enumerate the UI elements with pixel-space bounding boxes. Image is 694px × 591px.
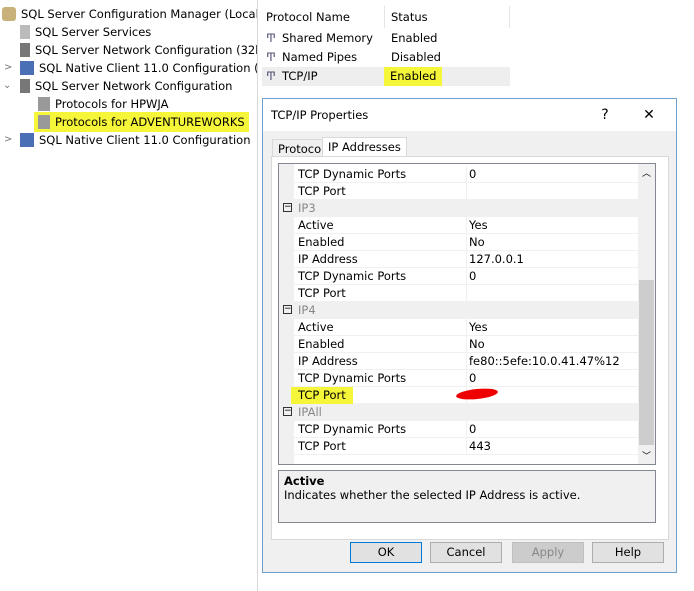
collapse-box-icon[interactable]: − bbox=[283, 203, 292, 212]
tree-item-protocols-hpwja[interactable]: Protocols for HPWJA bbox=[38, 95, 168, 113]
category-label: IP4 bbox=[298, 303, 316, 317]
grid-row[interactable]: Active Yes bbox=[279, 217, 638, 234]
column-header-status[interactable]: Status bbox=[385, 6, 510, 28]
list-row[interactable]: Ͳ Named Pipes Disabled bbox=[262, 48, 510, 67]
property-value[interactable]: 0 bbox=[466, 166, 476, 183]
dialog-title: TCP/IP Properties bbox=[271, 108, 369, 122]
cancel-button[interactable]: Cancel bbox=[430, 542, 502, 563]
protocol-icon: Ͳ bbox=[266, 69, 276, 83]
property-name: TCP Port bbox=[298, 184, 346, 198]
property-name: TCP Port bbox=[298, 439, 346, 453]
property-name: TCP Dynamic Ports bbox=[298, 167, 407, 181]
property-value[interactable]: No bbox=[466, 336, 485, 353]
property-value[interactable]: Yes bbox=[466, 319, 488, 336]
category-label: IP3 bbox=[298, 201, 316, 215]
client-icon bbox=[20, 133, 34, 147]
ok-button[interactable]: OK bbox=[350, 542, 422, 563]
scrollbar-thumb[interactable] bbox=[639, 280, 654, 445]
property-name: Active bbox=[298, 218, 334, 232]
description-title: Active bbox=[284, 474, 325, 488]
collapse-chevron-icon[interactable]: ⌄ bbox=[3, 80, 11, 91]
grid-row[interactable]: TCP Port bbox=[279, 183, 638, 200]
help-button[interactable]: Help bbox=[592, 542, 664, 563]
tree-pane: SQL Server Configuration Manager (Local)… bbox=[0, 0, 258, 591]
tcpip-properties-dialog: TCP/IP Properties ? ✕ Protocol IP Addres… bbox=[262, 98, 677, 573]
column-header-protocol[interactable]: Protocol Name bbox=[260, 6, 385, 28]
collapse-box-icon[interactable]: − bbox=[283, 305, 292, 314]
property-value[interactable] bbox=[466, 183, 469, 200]
protocols-icon bbox=[38, 97, 50, 111]
property-name: Active bbox=[298, 320, 334, 334]
property-name: TCP Dynamic Ports bbox=[298, 269, 407, 283]
property-name: TCP Port bbox=[298, 286, 346, 300]
property-name: TCP Dynamic Ports bbox=[298, 371, 407, 385]
network-icon bbox=[20, 43, 30, 57]
grid-row[interactable]: IP Address 127.0.0.1 bbox=[279, 251, 638, 268]
grid-row[interactable]: TCP Port 443 bbox=[279, 438, 638, 455]
server-icon bbox=[20, 25, 30, 39]
network-icon bbox=[20, 79, 30, 93]
protocol-icon: Ͳ bbox=[266, 31, 276, 45]
scrollbar[interactable]: ︿ ﹀ bbox=[638, 164, 655, 464]
list-row[interactable]: Ͳ Shared Memory Enabled bbox=[262, 29, 510, 48]
list-row[interactable]: Ͳ TCP/IP Enabled bbox=[262, 67, 510, 86]
property-value[interactable]: 443 bbox=[466, 438, 491, 455]
help-icon[interactable]: ? bbox=[590, 99, 620, 131]
grid-row[interactable]: Enabled No bbox=[279, 234, 638, 251]
category-label: IPAll bbox=[298, 405, 322, 419]
tree-item-services[interactable]: SQL Server Services bbox=[20, 23, 151, 41]
property-name: Enabled bbox=[298, 235, 345, 249]
grid-row[interactable]: TCP Dynamic Ports 0 bbox=[279, 370, 638, 387]
property-value[interactable]: 0 bbox=[466, 370, 476, 387]
property-value[interactable]: No bbox=[466, 234, 485, 251]
property-value[interactable]: Yes bbox=[466, 217, 488, 234]
apply-button[interactable]: Apply bbox=[512, 542, 584, 563]
property-name: IP Address bbox=[298, 354, 358, 368]
config-manager-icon bbox=[2, 7, 16, 21]
grid-category[interactable]: − IP3 bbox=[279, 200, 638, 217]
scroll-up-icon[interactable]: ︿ bbox=[642, 166, 651, 179]
grid-row[interactable]: IP Address fe80::5efe:10.0.41.47%12 bbox=[279, 353, 638, 370]
tree-item-native[interactable]: SQL Native Client 11.0 Configuration bbox=[20, 131, 251, 149]
grid-category[interactable]: − IP4 bbox=[279, 302, 638, 319]
grid-row[interactable]: Enabled No bbox=[279, 336, 638, 353]
expand-chevron-icon[interactable]: > bbox=[4, 134, 12, 145]
expand-chevron-icon[interactable]: > bbox=[4, 62, 12, 73]
tree-item-network-32[interactable]: SQL Server Network Configuration (32bit) bbox=[20, 41, 257, 59]
dialog-titlebar: TCP/IP Properties ? ✕ bbox=[263, 99, 676, 131]
grid-category[interactable]: − IPAll bbox=[279, 404, 638, 421]
protocols-icon bbox=[38, 115, 50, 129]
protocol-icon: Ͳ bbox=[266, 50, 276, 64]
property-value[interactable] bbox=[466, 285, 469, 302]
grid-row[interactable]: TCP Port bbox=[279, 285, 638, 302]
grid-row[interactable]: TCP Dynamic Ports 0 bbox=[279, 268, 638, 285]
tree-item-native-32[interactable]: SQL Native Client 11.0 Configuration (32… bbox=[20, 59, 257, 77]
scroll-down-icon[interactable]: ﹀ bbox=[642, 449, 651, 462]
grid-row[interactable]: Active Yes bbox=[279, 319, 638, 336]
property-name: TCP Dynamic Ports bbox=[298, 422, 407, 436]
tab-ip-addresses[interactable]: IP Addresses bbox=[322, 137, 407, 158]
tree-root[interactable]: SQL Server Configuration Manager (Local) bbox=[2, 5, 257, 23]
client-icon bbox=[20, 61, 34, 75]
property-value[interactable]: 0 bbox=[466, 421, 476, 438]
property-name: Enabled bbox=[298, 337, 345, 351]
description-text: Indicates whether the selected IP Addres… bbox=[284, 488, 581, 502]
grid-row[interactable]: TCP Dynamic Ports 0 bbox=[279, 166, 638, 183]
property-name: IP Address bbox=[298, 252, 358, 266]
description-panel: Active Indicates whether the selected IP… bbox=[278, 470, 656, 523]
tree-item-network[interactable]: SQL Server Network Configuration bbox=[20, 77, 232, 95]
property-value[interactable]: fe80::5efe:10.0.41.47%12 bbox=[466, 353, 620, 370]
property-name: TCP Port bbox=[291, 387, 353, 404]
close-icon[interactable]: ✕ bbox=[634, 99, 664, 131]
property-value[interactable]: 127.0.0.1 bbox=[466, 251, 524, 268]
grid-row[interactable]: TCP Dynamic Ports 0 bbox=[279, 421, 638, 438]
collapse-box-icon[interactable]: − bbox=[283, 407, 292, 416]
property-grid[interactable]: ︿ ﹀ TCP Dynamic Ports 0 TCP Port − IP3 Active Y… bbox=[278, 163, 656, 465]
tree-item-protocols-adventureworks[interactable]: Protocols for ADVENTUREWORKS bbox=[34, 112, 249, 132]
property-value[interactable]: 0 bbox=[466, 268, 476, 285]
